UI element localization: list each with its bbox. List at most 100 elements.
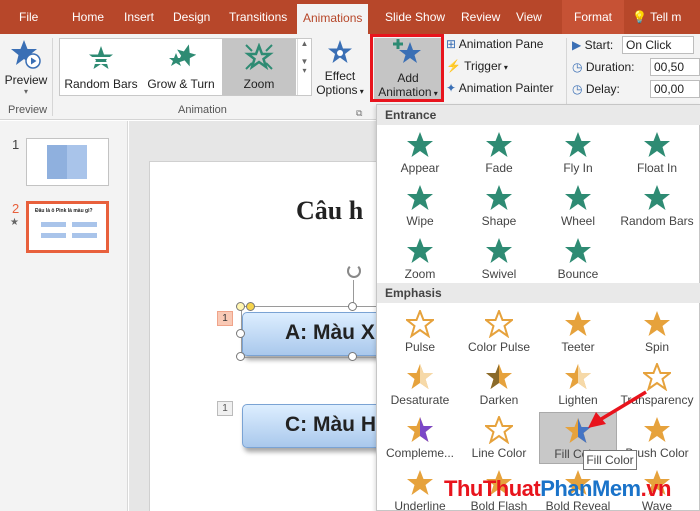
lightbulb-icon: 💡 <box>632 10 647 24</box>
entrance-effect-bounce[interactable]: Bounce <box>539 233 617 285</box>
emphasis-section-header: Emphasis <box>377 283 700 303</box>
resize-handle[interactable] <box>348 352 357 361</box>
add-animation-highlight <box>370 34 444 102</box>
tell-me-box[interactable]: 💡 Tell m <box>632 0 681 34</box>
thumbnail-shape <box>47 145 87 179</box>
selection-frame <box>241 306 379 358</box>
effect-label: Bounce <box>557 267 599 281</box>
fill-color-tooltip: Fill Color <box>583 450 637 470</box>
effect-options-button[interactable]: Effect Options ▾ <box>316 38 364 97</box>
tab-animations[interactable]: Animations <box>297 4 369 34</box>
tab-view[interactable]: View <box>516 0 542 34</box>
animation-painter-button[interactable]: ✦ Animation Painter <box>446 81 553 95</box>
zoom-star-icon <box>244 42 274 71</box>
emphasis-star-icon <box>643 363 671 391</box>
random-bars-star-icon <box>88 46 114 69</box>
emphasis-effect-desaturate[interactable]: Desaturate <box>381 359 459 411</box>
emphasis-effect-darken[interactable]: Darken <box>460 359 538 411</box>
slide-title[interactable]: Câu h <box>296 196 363 226</box>
watermark-part2: PhanMem <box>540 476 641 501</box>
entrance-section-header: Entrance <box>377 105 700 125</box>
resize-handle[interactable] <box>236 329 245 338</box>
chevron-down-icon: ▾ <box>23 87 28 96</box>
delay-field[interactable]: 00,00 <box>650 80 700 98</box>
emphasis-effect-color-pulse[interactable]: Color Pulse <box>460 306 538 358</box>
emphasis-star-icon <box>486 364 512 389</box>
rotate-handle-icon[interactable] <box>347 264 361 278</box>
preview-label: Preview <box>4 73 48 87</box>
adjust-handle[interactable] <box>246 302 255 311</box>
effect-options-star-icon <box>328 40 352 63</box>
entrance-effect-random-bars[interactable]: Random Bars <box>618 180 696 232</box>
resize-handle[interactable] <box>348 302 357 311</box>
tab-review[interactable]: Review <box>461 0 500 34</box>
tab-insert[interactable]: Insert <box>124 0 154 34</box>
entrance-effect-swivel[interactable]: Swivel <box>460 233 538 285</box>
start-select[interactable]: On Click <box>622 36 694 54</box>
animation-pane-label: Animation Pane <box>458 37 544 51</box>
emphasis-effect-pulse[interactable]: Pulse <box>381 306 459 358</box>
tab-design[interactable]: Design <box>173 0 210 34</box>
entrance-effect-zoom[interactable]: Zoom <box>381 233 459 285</box>
emphasis-star-icon <box>485 416 513 444</box>
entrance-star-icon <box>644 185 670 210</box>
trigger-button[interactable]: ⚡ Trigger ▾ <box>446 59 508 73</box>
resize-handle[interactable] <box>236 352 245 361</box>
ribbon-tab-bar: File Home Insert Design Transitions Anim… <box>0 0 700 34</box>
slide-thumbnail-2[interactable]: Đâu là ô Pink là màu gì? <box>26 201 109 253</box>
gallery-random-bars[interactable]: Random Bars <box>62 39 140 95</box>
gallery-zoom[interactable]: Zoom <box>222 39 296 95</box>
entrance-effect-float-in[interactable]: Float In <box>618 127 696 179</box>
slide-thumbnail-1[interactable] <box>26 138 109 186</box>
watermark-part1: ThuThuat <box>444 476 541 501</box>
tab-home[interactable]: Home <box>72 0 104 34</box>
emphasis-effect-compleme[interactable]: Compleme... <box>381 412 459 464</box>
duration-field[interactable]: 00,50 <box>650 58 700 76</box>
preview-button[interactable]: Preview ▾ <box>4 38 48 96</box>
entrance-star-icon <box>565 238 591 263</box>
effect-label: Wipe <box>406 214 434 228</box>
adjust-handle[interactable] <box>236 302 245 311</box>
entrance-effect-wipe[interactable]: Wipe <box>381 180 459 232</box>
emphasis-star-icon <box>565 364 591 389</box>
animation-order-tag[interactable]: 1 <box>217 311 233 326</box>
preview-star-icon <box>11 40 41 69</box>
slide-number-1: 1 <box>12 137 20 152</box>
entrance-effect-shape[interactable]: Shape <box>460 180 538 232</box>
entrance-effect-wheel[interactable]: Wheel <box>539 180 617 232</box>
emphasis-star-icon <box>407 470 433 495</box>
tab-transitions[interactable]: Transitions <box>229 0 287 34</box>
delay-row: ◷ Delay: <box>572 82 620 96</box>
group-label-animation: Animation <box>178 104 227 116</box>
emphasis-star-icon <box>407 364 433 389</box>
entrance-effect-appear[interactable]: Appear <box>381 127 459 179</box>
entrance-star-icon <box>565 132 591 157</box>
effect-label: Desaturate <box>390 393 450 407</box>
effect-label: Zoom <box>404 267 436 281</box>
watermark-part3: .vn <box>640 476 672 501</box>
emphasis-effect-line-color[interactable]: Line Color <box>460 412 538 464</box>
entrance-star-icon <box>407 132 433 157</box>
entrance-effect-fly-in[interactable]: Fly In <box>539 127 617 179</box>
duration-row: ◷ Duration: <box>572 60 635 74</box>
answer-box-c[interactable]: C: Màu H <box>242 404 392 448</box>
animation-pane-icon: ⊞ <box>446 37 457 51</box>
entrance-effect-fade[interactable]: Fade <box>460 127 538 179</box>
tab-format[interactable]: Format <box>562 0 625 34</box>
animation-order-tag[interactable]: 1 <box>217 401 233 416</box>
lightning-icon: ⚡ <box>446 59 461 73</box>
entrance-star-icon <box>486 132 512 157</box>
slide-number-2: 2 <box>12 201 20 216</box>
gallery-scroll[interactable]: ▲ ▼ ▾ <box>297 39 311 95</box>
emphasis-effect-teeter[interactable]: Teeter <box>539 306 617 358</box>
tab-file[interactable]: File <box>19 0 38 34</box>
gallery-grow-turn[interactable]: Grow & Turn <box>142 39 220 95</box>
emphasis-effect-spin[interactable]: Spin <box>618 306 696 358</box>
thumbnail-shape <box>72 233 97 238</box>
animation-pane-button[interactable]: ⊞ Animation Pane <box>446 37 543 51</box>
tab-slide-show[interactable]: Slide Show <box>385 0 445 34</box>
start-label: Start: <box>584 38 614 52</box>
effect-label: Color Pulse <box>467 340 531 354</box>
entrance-star-icon <box>407 185 433 210</box>
dialog-launcher-icon[interactable]: ⧉ <box>356 108 362 119</box>
